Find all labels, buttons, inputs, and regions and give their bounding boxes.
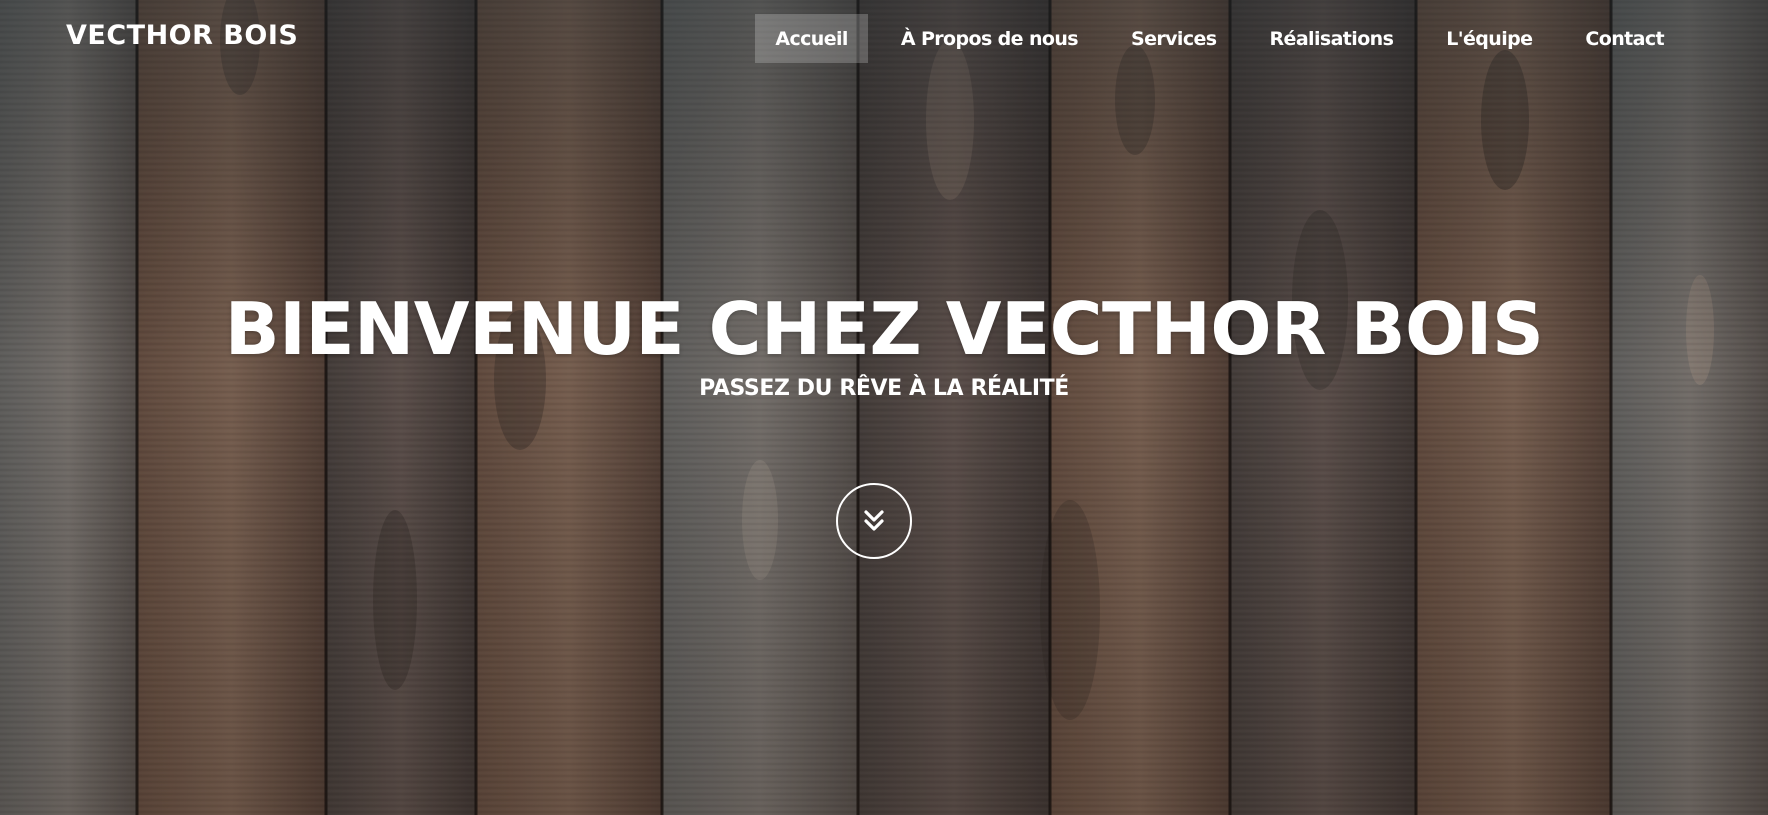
hero-section: VECTHOR BOIS Accueil À Propos de nous Se… — [0, 0, 1768, 815]
nav-item-realisations[interactable]: Réalisations — [1250, 14, 1414, 63]
nav-item-accueil[interactable]: Accueil — [755, 14, 868, 63]
double-chevron-down-icon — [864, 510, 884, 531]
wood-plank-background — [0, 0, 1768, 815]
hero-content: BIENVENUE CHEZ VECTHOR BOIS PASSEZ DU RÊ… — [0, 284, 1768, 404]
scroll-down-button[interactable] — [836, 483, 912, 559]
nav-item-contact[interactable]: Contact — [1565, 14, 1684, 63]
brand-logo[interactable]: VECTHOR BOIS — [66, 20, 298, 51]
top-navbar: VECTHOR BOIS Accueil À Propos de nous Se… — [0, 0, 1768, 78]
nav-item-a-propos[interactable]: À Propos de nous — [881, 14, 1098, 63]
hero-headline: BIENVENUE CHEZ VECTHOR BOIS — [224, 287, 1544, 371]
nav-item-equipe[interactable]: L'équipe — [1426, 14, 1552, 63]
nav-item-services[interactable]: Services — [1111, 14, 1237, 63]
main-nav: Accueil À Propos de nous Services Réalis… — [742, 14, 1684, 63]
hero-tagline: PASSEZ DU RÊVE À LA RÉALITÉ — [699, 376, 1069, 401]
